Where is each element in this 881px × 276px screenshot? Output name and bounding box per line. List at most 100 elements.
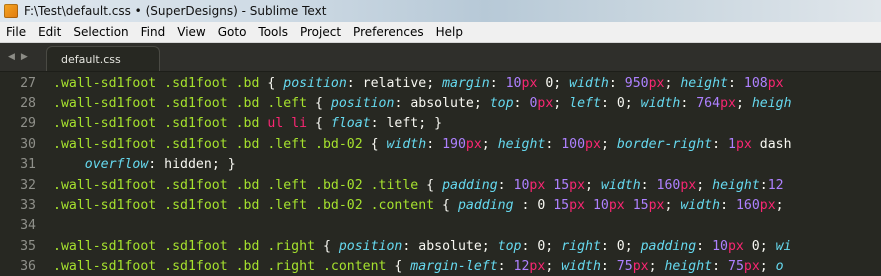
- code-token: {: [315, 116, 331, 132]
- code-token: {: [267, 75, 284, 91]
- tab-nav-left-icon[interactable]: ◀: [8, 51, 15, 63]
- menu-goto[interactable]: Goto: [212, 22, 253, 42]
- code-token: left: [569, 95, 601, 111]
- menu-view[interactable]: View: [171, 22, 211, 42]
- menu-help[interactable]: Help: [430, 22, 469, 42]
- code-token: 100: [561, 136, 586, 152]
- code-text: .wall-sd1foot .sd1foot .bd ul li { float…: [53, 116, 442, 131]
- menu-find[interactable]: Find: [135, 22, 172, 42]
- code-token: : relative;: [346, 75, 443, 91]
- code-token: :: [759, 177, 768, 193]
- code-token: :: [712, 259, 728, 275]
- code-text: .wall-sd1foot .sd1foot .bd .right .conte…: [53, 259, 784, 274]
- code-token: 15: [632, 197, 649, 213]
- code-line[interactable]: 27 .wall-sd1foot .sd1foot .bd { position:…: [0, 73, 881, 93]
- line-number: 31: [20, 157, 36, 173]
- code-token: px: [648, 75, 665, 91]
- code-token: 10: [592, 197, 609, 213]
- code-line[interactable]: 30 .wall-sd1foot .sd1foot .bd .left .bd-0…: [0, 134, 881, 154]
- code-token: ;: [481, 136, 498, 152]
- code-token: ;: [585, 177, 601, 193]
- code-token: ;: [759, 259, 776, 275]
- code-token: 190: [442, 136, 466, 152]
- code-token: : left; }: [370, 116, 443, 132]
- line-number: 27: [20, 75, 36, 91]
- tab-nav-arrows: ◀ ▶: [8, 51, 28, 63]
- code-token: .wall-sd1foot .sd1foot .bd .right .conte…: [53, 259, 395, 275]
- code-token: : 0;: [521, 238, 562, 254]
- code-line[interactable]: 33 .wall-sd1foot .sd1foot .bd .left .bd-0…: [0, 195, 881, 215]
- line-number: 30: [20, 136, 36, 152]
- code-token: :: [600, 259, 617, 275]
- menu-preferences[interactable]: Preferences: [347, 22, 430, 42]
- code-token: {: [370, 136, 387, 152]
- code-token: :: [712, 136, 728, 152]
- code-token: ;: [735, 95, 752, 111]
- code-token: px: [720, 95, 736, 111]
- code-token: o: [775, 259, 784, 275]
- code-text: .wall-sd1foot .sd1foot .bd .left .bd-02 …: [53, 137, 792, 152]
- code-token: ;: [664, 75, 681, 91]
- code-token: 108: [743, 75, 768, 91]
- code-token: 12: [513, 259, 530, 275]
- code-token: margin-left: [410, 259, 498, 275]
- menu-selection[interactable]: Selection: [67, 22, 134, 42]
- code-line[interactable]: 29 .wall-sd1foot .sd1foot .bd ul li { flo…: [0, 114, 881, 134]
- line-number: 34: [20, 218, 36, 234]
- line-number: 28: [20, 95, 36, 111]
- code-token: top: [497, 238, 522, 254]
- code-line[interactable]: 32 .wall-sd1foot .sd1foot .bd .left .bd-0…: [0, 175, 881, 195]
- code-token: ;: [664, 197, 681, 213]
- tab-default-css[interactable]: default.css: [46, 46, 160, 71]
- code-token: ;: [545, 259, 562, 275]
- code-token: :: [545, 136, 562, 152]
- code-token: :: [497, 259, 514, 275]
- code-token: 764: [696, 95, 721, 111]
- menu-tools[interactable]: Tools: [252, 22, 294, 42]
- code-token: .wall-sd1foot .sd1foot .bd: [53, 75, 268, 91]
- line-number: 33: [20, 197, 36, 213]
- code-token: .wall-sd1foot .sd1foot .bd .left: [53, 95, 316, 111]
- code-token: border-right: [616, 136, 713, 152]
- code-line[interactable]: 28 .wall-sd1foot .sd1foot .bd .left { pos…: [0, 93, 881, 113]
- code-token: :: [489, 75, 506, 91]
- code-token: {: [322, 238, 339, 254]
- title-bar: F:\Test\default.css • (SuperDesigns) - S…: [0, 0, 881, 22]
- menu-file[interactable]: File: [0, 22, 32, 42]
- code-token: margin: [442, 75, 490, 91]
- code-token: px: [735, 136, 752, 152]
- menu-edit[interactable]: Edit: [32, 22, 67, 42]
- code-line[interactable]: 34: [0, 216, 881, 236]
- code-line[interactable]: 35 .wall-sd1foot .sd1foot .bd .right { po…: [0, 236, 881, 256]
- code-token: {: [315, 95, 331, 111]
- code-token: width: [386, 136, 427, 152]
- code-token: px: [759, 197, 776, 213]
- code-token: 10: [505, 75, 522, 91]
- code-text: .wall-sd1foot .sd1foot .bd .left .bd-02 …: [53, 178, 784, 193]
- code-line[interactable]: 31 overflow: hidden; }: [0, 155, 881, 175]
- code-token: px: [569, 197, 585, 213]
- code-token: 950: [624, 75, 649, 91]
- code-token: px: [465, 136, 482, 152]
- code-token: : 0;: [600, 95, 641, 111]
- code-token: .wall-sd1foot .sd1foot .bd .left .bd-02 …: [53, 197, 443, 213]
- code-token: :: [728, 75, 744, 91]
- code-token: px: [743, 259, 760, 275]
- tab-nav-right-icon[interactable]: ▶: [21, 51, 28, 63]
- menu-project[interactable]: Project: [294, 22, 347, 42]
- code-token: 75: [616, 259, 633, 275]
- code-token: width: [640, 95, 681, 111]
- code-token: padding: [640, 238, 697, 254]
- code-token: height: [712, 177, 760, 193]
- code-token: ;: [696, 177, 713, 193]
- code-token: px: [569, 177, 586, 193]
- code-editor[interactable]: 27 .wall-sd1foot .sd1foot .bd { position:…: [0, 72, 881, 276]
- code-token: px: [521, 75, 538, 91]
- code-token: px: [537, 95, 554, 111]
- code-line[interactable]: 36 .wall-sd1foot .sd1foot .bd .right .con…: [0, 257, 881, 276]
- code-token: 15: [553, 177, 570, 193]
- code-token: px: [585, 136, 601, 152]
